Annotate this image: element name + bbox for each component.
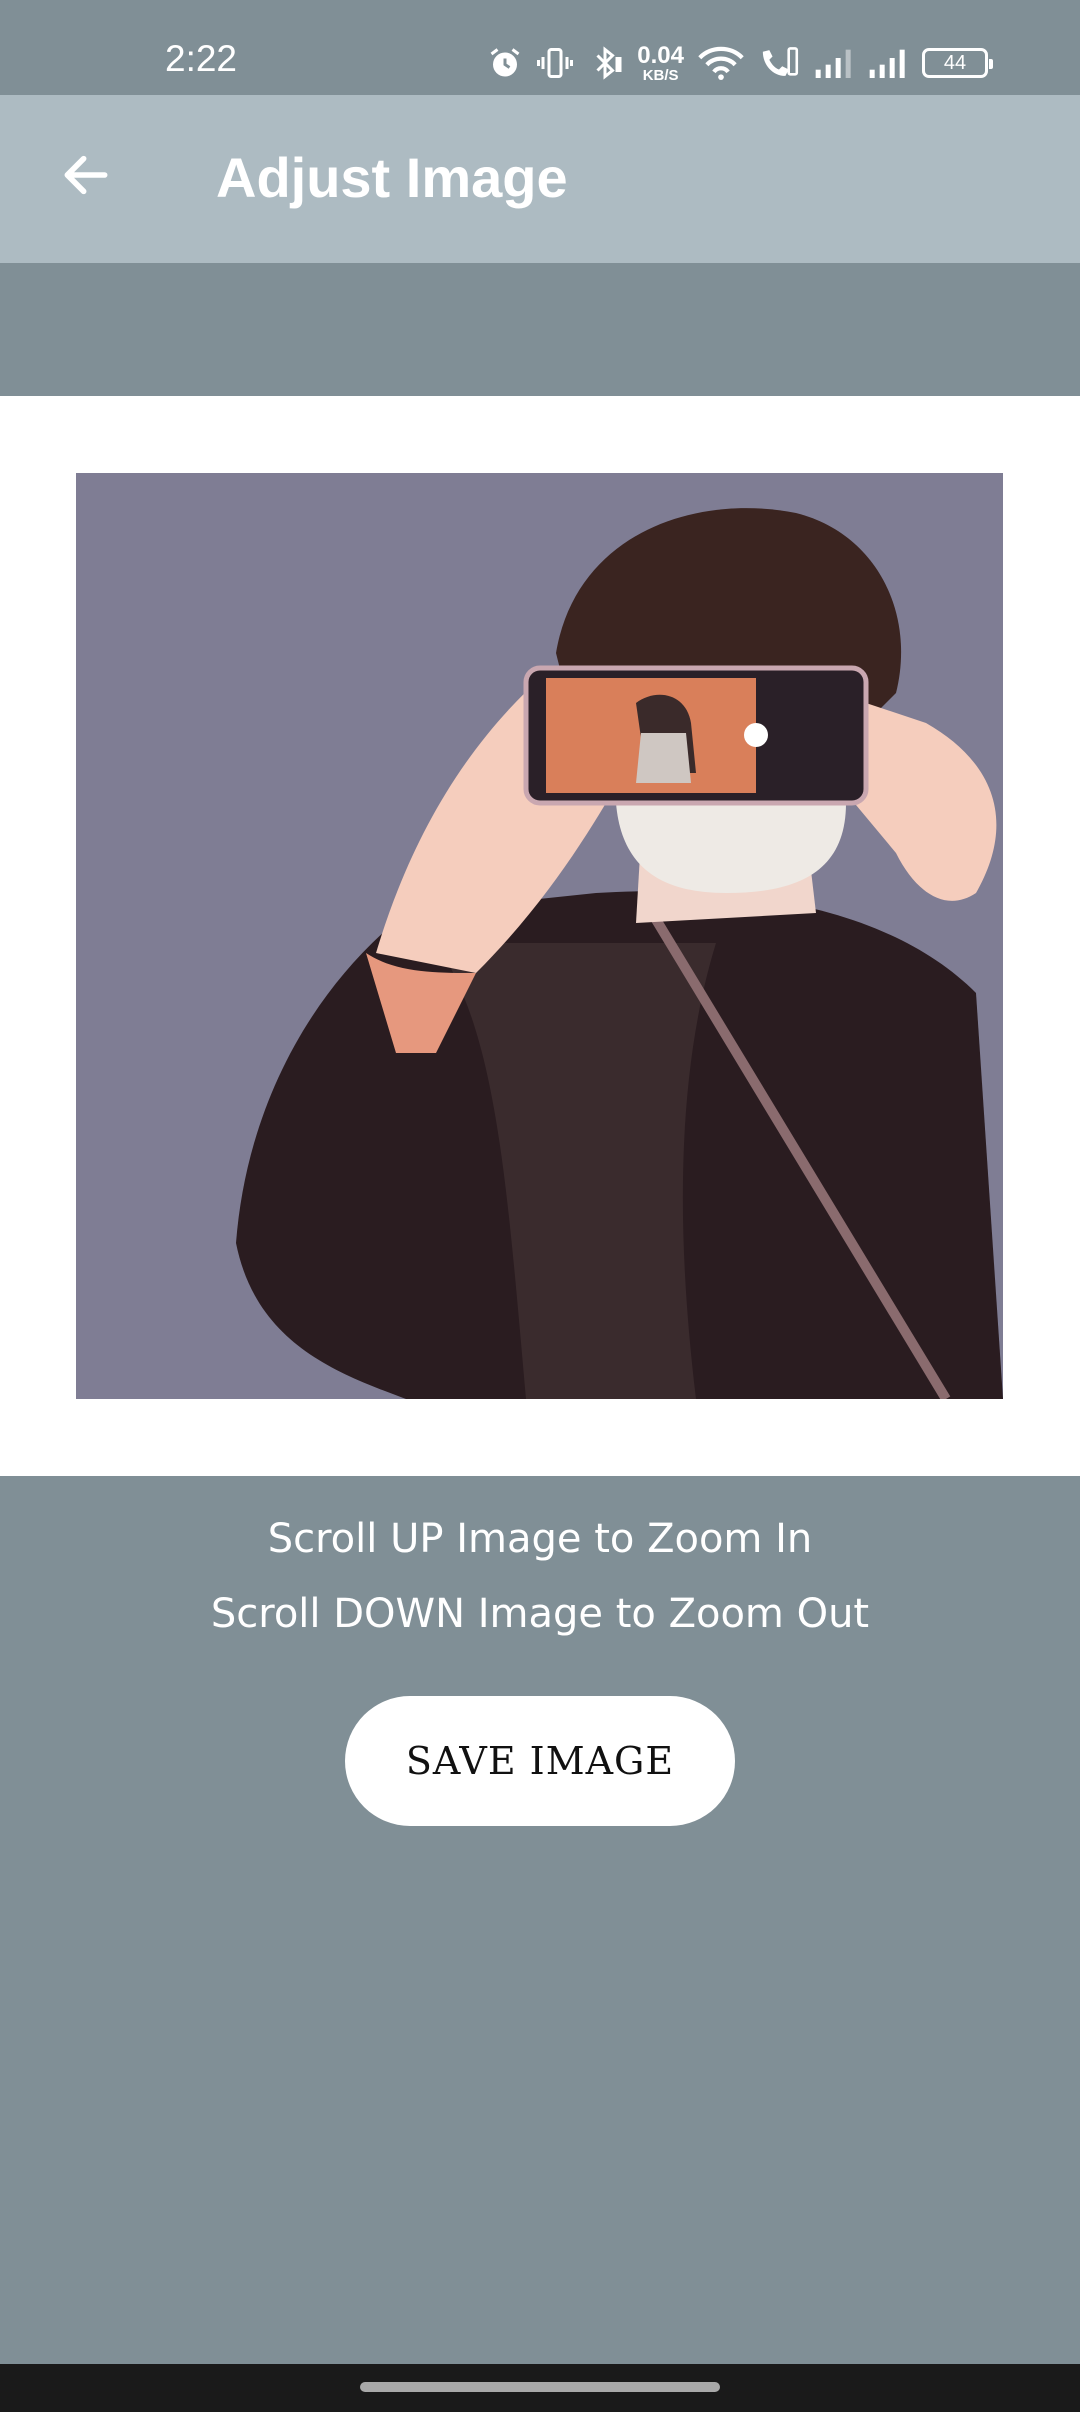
signal-icon: [815, 49, 851, 78]
battery-icon: 44: [922, 48, 993, 78]
alarm-icon: [490, 48, 520, 77]
bluetooth-icon: [596, 46, 622, 80]
vibrate-icon: [537, 48, 574, 78]
page-title: Adjust Image: [216, 146, 568, 209]
wifi-icon: [698, 46, 744, 80]
zoomable-image[interactable]: [76, 473, 1003, 1399]
home-gesture-handle[interactable]: [360, 2382, 720, 2392]
battery-level: 44: [943, 51, 967, 74]
net-speed-unit: KB/S: [642, 66, 679, 84]
image-panel: [0, 396, 1080, 1476]
system-nav-bar: [0, 2364, 1080, 2412]
arrow-left-icon: [64, 155, 108, 195]
volte-call-icon: [762, 47, 799, 76]
header-band: [0, 263, 1080, 396]
save-image-button[interactable]: SAVE IMAGE: [345, 1696, 735, 1826]
instruction-zoom-out: Scroll DOWN Image to Zoom Out: [210, 1591, 870, 1637]
status-time: 2:22: [165, 38, 238, 79]
status-bar: 2:22 0.04 KB/S 44: [0, 0, 1080, 95]
app-bar: Adjust Image: [0, 95, 1080, 263]
instruction-zoom-in: Scroll UP Image to Zoom In: [267, 1516, 813, 1562]
net-speed-value: 0.04: [637, 41, 684, 69]
network-speed: 0.04 KB/S: [637, 41, 684, 84]
back-button[interactable]: [44, 133, 128, 217]
signal-icon-2: [869, 49, 905, 78]
illustration: [76, 473, 1003, 1399]
status-icons: 0.04 KB/S 44: [487, 38, 993, 88]
